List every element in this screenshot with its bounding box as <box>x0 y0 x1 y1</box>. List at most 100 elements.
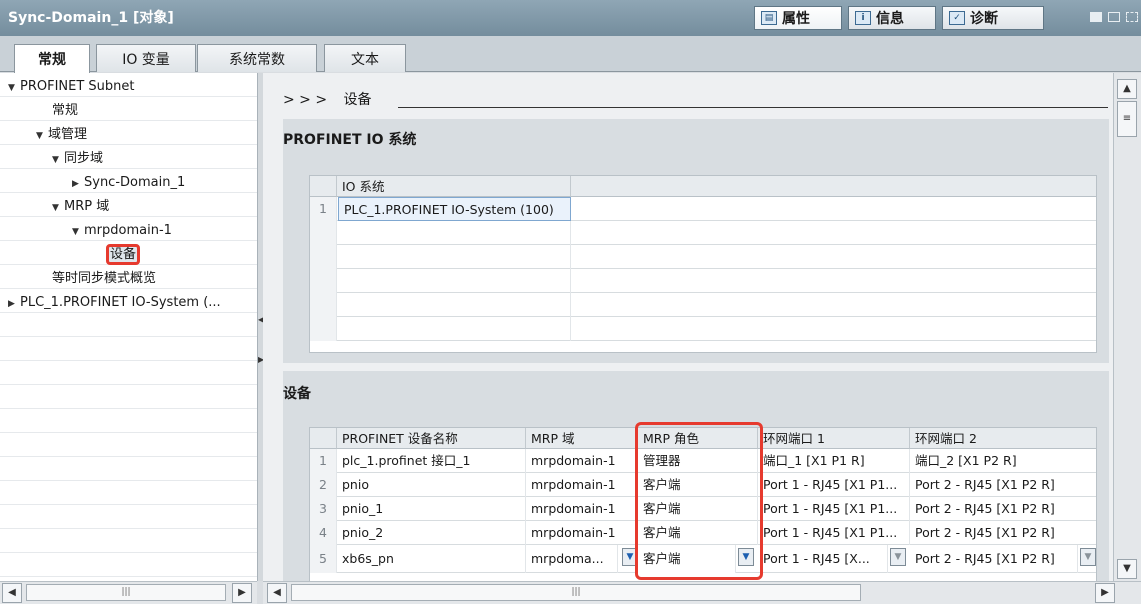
scroll-right-icon[interactable]: ▶ <box>232 583 252 603</box>
table-row[interactable]: 4 pnio_2 mrpdomain-1 客户端 Port 1 - RJ45 [… <box>310 521 1096 545</box>
mrp-role-select[interactable]: 客户端 <box>638 545 736 573</box>
float-window-icon[interactable] <box>1090 12 1102 22</box>
ring-port-2-select[interactable]: Port 2 - RJ45 [X1 P2 R] <box>910 545 1078 573</box>
breadcrumb: > > > 设备 <box>283 89 372 109</box>
io-system-header: IO 系统 <box>337 176 571 197</box>
nav-item-sync-domain[interactable]: ▼ 同步域 <box>52 148 103 170</box>
vertical-scrollbar[interactable]: ▲ ≡ ▼ <box>1113 73 1141 581</box>
ring-port-2-cell[interactable]: Port 2 - RJ45 [X1 P2 R] <box>910 473 1096 497</box>
ring-port-2-cell[interactable]: Port 2 - RJ45 [X1 P2 R] <box>910 521 1096 545</box>
nav-horizontal-scrollbar[interactable]: ◀ ||| ▶ <box>0 581 257 604</box>
ring-port-1-cell[interactable]: Port 1 - RJ45 [X1 P1... <box>758 473 910 497</box>
ring-port-1-select[interactable]: Port 1 - RJ45 [X... <box>758 545 888 573</box>
mrp-role-cell[interactable]: 管理器 <box>638 449 758 473</box>
nav-item-sync-domain-1[interactable]: ▶ Sync-Domain_1 <box>72 172 185 194</box>
row-number-header <box>310 428 337 449</box>
device-name-cell[interactable]: xb6s_pn <box>337 545 526 573</box>
breadcrumb-rule <box>398 107 1108 108</box>
ring-port-1-cell[interactable]: Port 1 - RJ45 [X1 P1... <box>758 497 910 521</box>
mrp-role-cell[interactable]: 客户端 <box>638 521 758 545</box>
scroll-right-icon[interactable]: ▶ <box>1095 583 1115 603</box>
table-row[interactable]: 3 pnio_1 mrpdomain-1 客户端 Port 1 - RJ45 [… <box>310 497 1096 521</box>
mrp-domain-dropdown-icon[interactable]: ▼ <box>622 548 638 566</box>
ring-port-2-cell[interactable]: 端口_2 [X1 P2 R] <box>910 449 1096 473</box>
table-row[interactable]: 1 PLC_1.PROFINET IO-System (100) <box>310 197 1096 221</box>
device-name-header: PROFINET 设备名称 <box>337 428 526 449</box>
table-row-empty <box>310 317 1096 341</box>
ring-port-2-cell[interactable]: Port 2 - RJ45 [X1 P2 R] <box>910 497 1096 521</box>
ring-port-1-header: 环网端口 1 <box>758 428 910 449</box>
main-content: > > > 设备 PROFINET IO 系统 IO 系统 1 PLC_1.PR… <box>263 73 1113 581</box>
main-horizontal-scrollbar[interactable]: ◀ ||| ▶ <box>263 581 1141 604</box>
ring-port-2-dropdown-icon[interactable]: ▼ <box>1080 548 1096 566</box>
ring-port-1-cell[interactable]: Port 1 - RJ45 [X1 P1... <box>758 521 910 545</box>
expanded-arrow-icon[interactable]: ▼ <box>52 197 64 219</box>
devices-table: PROFINET 设备名称 MRP 域 MRP 角色 环网端口 1 环网端口 2… <box>309 427 1097 581</box>
row-number: 5 <box>310 545 337 573</box>
tab-diagnostics[interactable]: ✓ 诊断 <box>942 6 1044 30</box>
scroll-thumb[interactable]: ||| <box>26 584 226 601</box>
tab-texts[interactable]: 文本 <box>324 44 406 72</box>
io-system-title: PROFINET IO 系统 <box>283 132 417 148</box>
dock-window-icon[interactable] <box>1108 12 1120 22</box>
nav-item-iso-overview[interactable]: 等时同步模式概览 <box>52 268 156 290</box>
mrp-domain-cell[interactable]: mrpdomain-1 <box>526 473 638 497</box>
table-row-empty <box>310 269 1096 293</box>
nav-item-domain-management[interactable]: ▼ 域管理 <box>36 124 87 146</box>
tab-io-tags[interactable]: IO 变量 <box>96 44 196 72</box>
diagnostics-icon: ✓ <box>949 11 965 25</box>
properties-icon: ▤ <box>761 11 777 25</box>
nav-item-general[interactable]: 常规 <box>52 100 78 122</box>
window-title: Sync-Domain_1 [对象] <box>8 10 174 26</box>
expanded-arrow-icon[interactable]: ▼ <box>36 125 48 147</box>
nav-item-profinet-subnet[interactable]: ▼ PROFINET Subnet <box>8 76 135 98</box>
title-bar: Sync-Domain_1 [对象] ▤ 属性 i 信息 ✓ 诊断 <box>0 0 1141 36</box>
ring-port-1-cell[interactable]: 端口_1 [X1 P1 R] <box>758 449 910 473</box>
ring-port-2-header: 环网端口 2 <box>910 428 1096 449</box>
tab-info[interactable]: i 信息 <box>848 6 936 30</box>
devices-title: 设备 <box>283 386 311 402</box>
mrp-domain-cell[interactable]: mrpdomain-1 <box>526 449 638 473</box>
row-number: 2 <box>310 473 337 497</box>
nav-item-io-system[interactable]: ▶ PLC_1.PROFINET IO-System (... <box>8 292 221 314</box>
scroll-thumb[interactable]: ≡ <box>1117 101 1137 137</box>
nav-item-mrpdomain-1[interactable]: ▼ mrpdomain-1 <box>72 220 172 242</box>
tab-system-constants[interactable]: 系统常数 <box>197 44 317 72</box>
mrp-domain-select[interactable]: mrpdoma... <box>526 545 618 573</box>
tab-properties[interactable]: ▤ 属性 <box>754 6 842 30</box>
nav-item-mrp-domain[interactable]: ▼ MRP 域 <box>52 196 109 218</box>
scroll-left-icon[interactable]: ◀ <box>2 583 22 603</box>
scroll-down-icon[interactable]: ▼ <box>1117 559 1137 579</box>
mrp-domain-cell[interactable]: mrpdomain-1 <box>526 497 638 521</box>
mrp-role-cell[interactable]: 客户端 <box>638 473 758 497</box>
io-system-cell[interactable]: PLC_1.PROFINET IO-System (100) <box>338 197 571 221</box>
mrp-role-dropdown-icon[interactable]: ▼ <box>738 548 754 566</box>
minimize-window-icon[interactable] <box>1126 12 1138 22</box>
row-number: 1 <box>310 197 337 221</box>
collapsed-arrow-icon[interactable]: ▶ <box>8 293 20 315</box>
expanded-arrow-icon[interactable]: ▼ <box>72 221 84 243</box>
collapsed-arrow-icon[interactable]: ▶ <box>72 173 84 195</box>
device-name-cell[interactable]: plc_1.profinet 接口_1 <box>337 449 526 473</box>
breadcrumb-arrows: > > > <box>283 92 328 108</box>
nav-item-devices[interactable]: 设备 <box>106 244 141 266</box>
device-name-cell[interactable]: pnio_2 <box>337 521 526 545</box>
tab-general[interactable]: 常规 <box>14 44 90 73</box>
scroll-up-icon[interactable]: ▲ <box>1117 79 1137 99</box>
expanded-arrow-icon[interactable]: ▼ <box>52 149 64 171</box>
row-number-header <box>310 176 337 197</box>
scroll-left-icon[interactable]: ◀ <box>267 583 287 603</box>
ring-port-1-dropdown-icon[interactable]: ▼ <box>890 548 906 566</box>
table-row[interactable]: 2 pnio mrpdomain-1 客户端 Port 1 - RJ45 [X1… <box>310 473 1096 497</box>
scroll-thumb[interactable]: ||| <box>291 584 861 601</box>
device-name-cell[interactable]: pnio <box>337 473 526 497</box>
expanded-arrow-icon[interactable]: ▼ <box>8 77 20 99</box>
table-row-editing[interactable]: 5 xb6s_pn mrpdoma... ▼ 客户端 ▼ Port 1 - RJ… <box>310 545 1096 573</box>
tab-diagnostics-label: 诊断 <box>970 11 998 27</box>
mrp-domain-cell[interactable]: mrpdomain-1 <box>526 521 638 545</box>
table-row[interactable]: 1 plc_1.profinet 接口_1 mrpdomain-1 管理器 端口… <box>310 449 1096 473</box>
device-name-cell[interactable]: pnio_1 <box>337 497 526 521</box>
table-row-empty <box>310 221 1096 245</box>
nav-item-devices-label: 设备 <box>106 244 141 265</box>
mrp-role-cell[interactable]: 客户端 <box>638 497 758 521</box>
